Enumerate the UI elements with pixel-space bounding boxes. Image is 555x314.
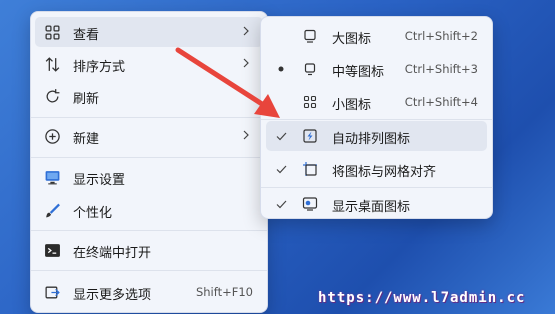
menu-item-label: 显示更多选项 (73, 288, 152, 303)
menu-item-label: 个性化 (73, 206, 113, 221)
shortcut-label: Shift+F10 (195, 285, 253, 299)
menu-item-refresh[interactable]: 刷新 (35, 81, 263, 111)
menu-item-label: 查看 (73, 28, 100, 43)
submenu-item-small-icons[interactable]: 小图标 Ctrl+Shift+4 (266, 87, 487, 117)
brush-icon (43, 201, 61, 219)
submenu-item-label: 大图标 (332, 32, 372, 47)
menu-item-open-in-terminal[interactable]: 在终端中打开 (35, 235, 263, 265)
view-submenu: 大图标 Ctrl+Shift+2 中等图标 Ctrl+Shift+3 小图标 C… (260, 16, 493, 219)
shortcut-label: Ctrl+Shift+2 (404, 29, 478, 43)
menu-separator (31, 157, 267, 158)
radio-dot-icon (274, 60, 288, 78)
submenu-item-label: 显示桌面图标 (332, 200, 411, 215)
menu-item-label: 刷新 (73, 92, 100, 107)
submenu-item-align-to-grid[interactable]: 将图标与网格对齐 (266, 154, 487, 184)
menu-item-new[interactable]: 新建 (35, 121, 263, 151)
menu-item-show-more-options[interactable]: 显示更多选项 Shift+F10 (35, 277, 263, 307)
add-icon (43, 127, 61, 145)
grid-icon (43, 23, 61, 41)
terminal-icon (43, 241, 61, 259)
auto-arrange-icon (301, 127, 319, 145)
refresh-icon (43, 87, 61, 105)
shortcut-label: Ctrl+Shift+4 (404, 95, 478, 109)
shortcut-label: Ctrl+Shift+3 (404, 62, 478, 76)
menu-item-label: 排序方式 (73, 60, 126, 75)
submenu-item-medium-icons[interactable]: 中等图标 Ctrl+Shift+3 (266, 54, 487, 84)
menu-item-label: 新建 (73, 132, 100, 147)
chevron-right-icon (243, 58, 249, 68)
menu-item-label: 在终端中打开 (73, 246, 152, 261)
chevron-right-icon (243, 26, 249, 36)
submenu-item-auto-arrange[interactable]: 自动排列图标 (266, 121, 487, 151)
show-desktop-icon (301, 195, 319, 213)
menu-separator (31, 270, 267, 271)
more-options-icon (43, 283, 61, 301)
check-icon (274, 127, 288, 145)
submenu-item-label: 将图标与网格对齐 (332, 165, 437, 180)
menu-separator (31, 117, 267, 118)
submenu-item-label: 自动排列图标 (332, 132, 411, 147)
display-icon (43, 168, 61, 186)
submenu-item-label: 小图标 (332, 98, 372, 113)
menu-item-sort-by[interactable]: 排序方式 (35, 49, 263, 79)
chevron-right-icon (243, 130, 249, 140)
submenu-item-show-desktop-icons[interactable]: 显示桌面图标 (266, 189, 487, 219)
medium-icons-icon (301, 60, 319, 78)
menu-item-label: 显示设置 (73, 173, 126, 188)
selection-mark (274, 27, 288, 45)
menu-separator (261, 187, 492, 188)
small-icons-icon (301, 93, 319, 111)
menu-separator (261, 119, 492, 120)
submenu-item-large-icons[interactable]: 大图标 Ctrl+Shift+2 (266, 21, 487, 51)
menu-item-display-settings[interactable]: 显示设置 (35, 162, 263, 192)
menu-separator (31, 230, 267, 231)
sort-icon (43, 55, 61, 73)
desktop-context-menu: 查看 排序方式 刷新 新建 显示设置 个性化 在终端中打开 显示更多选项 Shi… (30, 11, 268, 313)
watermark-text: https://www.l7admin.cc (318, 290, 526, 306)
check-icon (274, 160, 288, 178)
menu-item-personalize[interactable]: 个性化 (35, 195, 263, 225)
large-icons-icon (301, 27, 319, 45)
align-grid-icon (301, 160, 319, 178)
menu-item-view[interactable]: 查看 (35, 17, 263, 47)
selection-mark (274, 93, 288, 111)
check-icon (274, 195, 288, 213)
submenu-item-label: 中等图标 (332, 65, 385, 80)
